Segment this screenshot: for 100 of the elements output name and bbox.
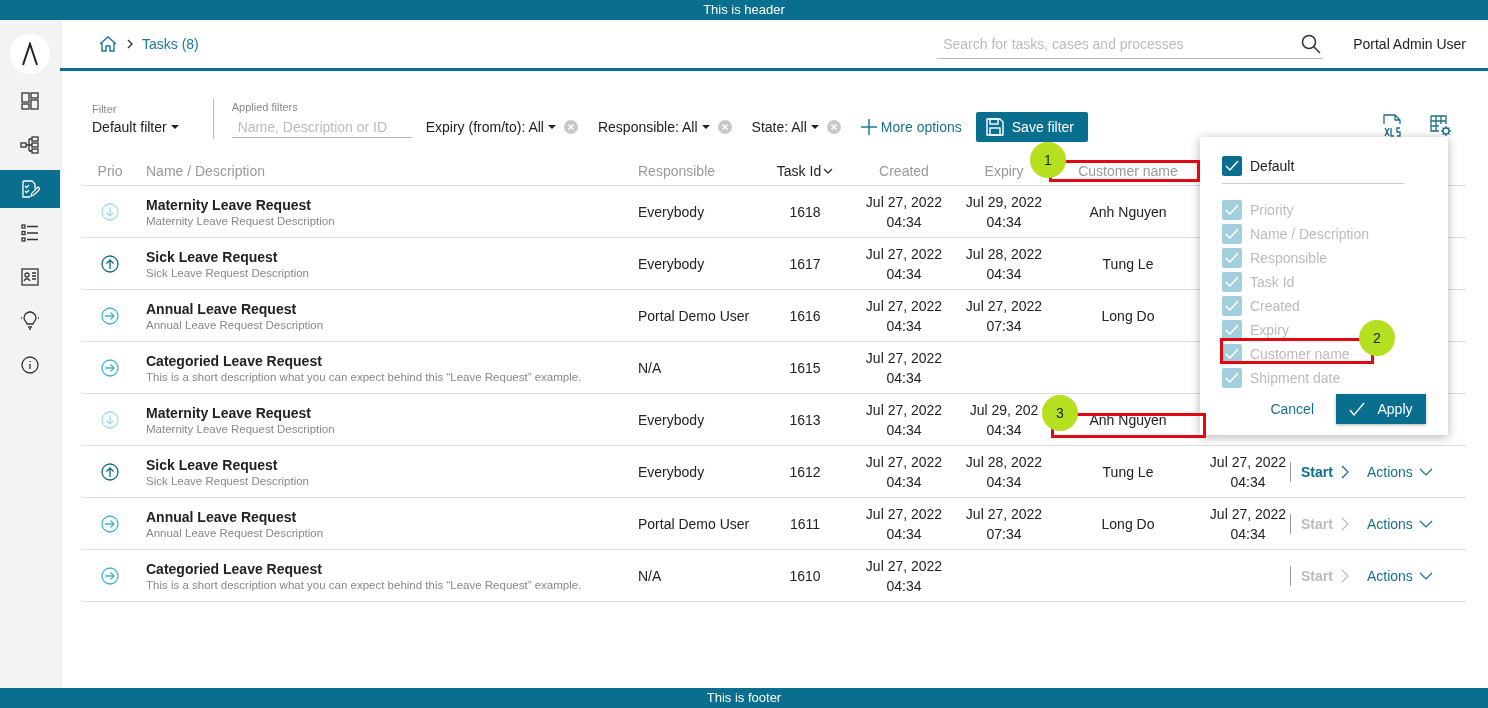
task-description: Sick Leave Request Description bbox=[146, 266, 310, 279]
column-header[interactable]: Task Id bbox=[776, 163, 834, 179]
chevron-right-icon bbox=[1340, 464, 1349, 479]
check-icon bbox=[1225, 348, 1239, 360]
search-icon[interactable] bbox=[1301, 33, 1322, 54]
expiry-cell-text: Jul 29, 2022 04:34 bbox=[964, 192, 1044, 232]
task-name[interactable]: Maternity Leave Request bbox=[146, 404, 638, 421]
apply-button[interactable]: Apply bbox=[1336, 394, 1426, 424]
user-name[interactable]: Portal Admin User bbox=[1353, 36, 1466, 52]
responsible-cell-text: Everybody bbox=[638, 203, 706, 220]
info-icon bbox=[20, 355, 40, 375]
expiry-cell-text: Jul 28, 2022 04:34 bbox=[964, 244, 1044, 284]
task-description: This is a short description what you can expect behind this “Leave Request” example. bbox=[146, 370, 583, 383]
header-bar: This is header bbox=[0, 0, 1488, 20]
chevron-down-icon bbox=[1418, 519, 1433, 528]
created-cell-text: Jul 27, 2022 04:34 bbox=[864, 452, 944, 492]
caret-icon bbox=[547, 125, 556, 129]
filter-dropdown[interactable]: Default filter bbox=[92, 119, 179, 135]
start-button[interactable]: Start bbox=[1301, 463, 1349, 480]
task-name[interactable]: Maternity Leave Request bbox=[146, 196, 638, 213]
created-cell-text: Jul 27, 2022 04:34 bbox=[864, 400, 944, 440]
actions-dropdown[interactable]: Actions bbox=[1366, 567, 1433, 584]
chevron-right-icon bbox=[126, 39, 134, 49]
responsible-cell-text: N/A bbox=[638, 567, 663, 584]
chevron-down-icon bbox=[1418, 571, 1433, 580]
cancel-link[interactable]: Cancel bbox=[1270, 401, 1314, 417]
checkbox-label: Responsible bbox=[1250, 250, 1328, 266]
check-icon bbox=[1225, 160, 1239, 172]
task-name[interactable]: Annual Leave Request bbox=[146, 300, 638, 317]
actions-dropdown[interactable]: Actions bbox=[1366, 515, 1433, 532]
task-id-cell-text: 1615 bbox=[788, 359, 822, 376]
caret-icon bbox=[810, 125, 819, 129]
dashboard-icon bbox=[20, 91, 40, 111]
bulb-icon bbox=[20, 311, 40, 331]
task-description: Annual Leave Request Description bbox=[146, 318, 325, 331]
task-description: Sick Leave Request Description bbox=[146, 474, 310, 487]
checkbox[interactable] bbox=[1222, 156, 1242, 176]
logo-icon[interactable] bbox=[10, 34, 50, 74]
checkbox-label: Default bbox=[1250, 158, 1295, 174]
created-cell-text: Jul 27, 2022 04:34 bbox=[864, 192, 944, 232]
created-cell-text: Jul 27, 2022 04:34 bbox=[864, 504, 944, 544]
task-description: Annual Leave Request Description bbox=[146, 526, 325, 539]
checkbox-label: Expiry bbox=[1250, 322, 1289, 338]
checkbox-label: Task Id bbox=[1250, 274, 1295, 290]
search-field[interactable]: Search for tasks, cases and processes bbox=[941, 34, 1302, 53]
table-settings-icon[interactable] bbox=[1430, 115, 1452, 137]
created-cell-text: Jul 27, 2022 04:34 bbox=[864, 244, 944, 284]
chevron-right-icon bbox=[1340, 568, 1349, 583]
checkbox-label: Shipment date bbox=[1250, 370, 1341, 386]
home-icon[interactable] bbox=[98, 35, 118, 53]
task-name[interactable]: Categoried Leave Request bbox=[146, 560, 638, 577]
check-icon bbox=[1225, 324, 1239, 336]
task-id-cell-text: 1618 bbox=[788, 203, 822, 220]
customer-cell: Tung Le bbox=[1102, 463, 1154, 480]
responsible-cell-text: Everybody bbox=[638, 411, 706, 428]
breadcrumb-link[interactable]: Tasks (8) bbox=[142, 36, 199, 52]
customer-cell: Anh Nguyen bbox=[1089, 203, 1167, 220]
expiry-cell-text: Jul 29, 202 04:34 bbox=[968, 400, 1040, 440]
check-icon bbox=[1225, 300, 1239, 312]
responsible-cell-text: Everybody bbox=[638, 463, 706, 480]
task-name[interactable]: Annual Leave Request bbox=[146, 508, 638, 525]
sort-caret-icon bbox=[823, 167, 834, 175]
chevron-right-icon bbox=[1340, 516, 1349, 531]
check-icon bbox=[1225, 276, 1239, 288]
created-cell-text: Jul 27, 2022 04:34 bbox=[864, 348, 944, 388]
check-icon bbox=[1225, 372, 1239, 384]
filter-chip[interactable]: Expiry (from/to): All bbox=[425, 119, 556, 135]
task-id-cell-text: 1612 bbox=[788, 463, 822, 480]
task-name[interactable]: Sick Leave Request bbox=[146, 456, 638, 473]
chevron-down-icon bbox=[1418, 467, 1433, 476]
task-name[interactable]: Categoried Leave Request bbox=[146, 352, 638, 369]
plus-icon bbox=[860, 119, 877, 135]
caret-icon bbox=[701, 125, 710, 129]
filter-chip[interactable]: Responsible: All bbox=[597, 119, 710, 135]
task-id-cell-text: 1616 bbox=[788, 307, 822, 324]
shipment-cell-text: Jul 27, 2022 04:34 bbox=[1208, 452, 1288, 492]
actions-dropdown[interactable]: Actions bbox=[1366, 463, 1433, 480]
xls-file-icon[interactable] bbox=[1382, 114, 1402, 138]
card-icon bbox=[20, 267, 40, 287]
customer-cell: Long Do bbox=[1101, 307, 1155, 324]
responsible-cell-text: Portal Demo User bbox=[638, 307, 751, 324]
checkbox-label: Created bbox=[1250, 298, 1300, 314]
task-id-cell-text: 1610 bbox=[788, 567, 822, 584]
more-options-link[interactable]: More options bbox=[860, 119, 962, 135]
caret-icon bbox=[170, 125, 179, 129]
expiry-cell-text: Jul 27, 2022 07:34 bbox=[964, 504, 1044, 544]
filter-chip[interactable]: State: All bbox=[751, 119, 819, 135]
sidebar-item[interactable] bbox=[0, 170, 60, 208]
step-marker: 1 bbox=[1030, 142, 1066, 178]
applied-filters-label: Applied filters bbox=[231, 100, 299, 113]
task-description: Maternity Leave Request Description bbox=[146, 422, 336, 435]
list-icon bbox=[20, 223, 40, 243]
footer-bar: This is footer bbox=[0, 688, 1488, 708]
task-id-cell-text: 1611 bbox=[788, 515, 822, 532]
responsible-cell-text: N/A bbox=[638, 359, 663, 376]
save-filter-button[interactable]: Save filter bbox=[975, 112, 1089, 142]
task-name[interactable]: Sick Leave Request bbox=[146, 248, 638, 265]
task-description: Maternity Leave Request Description bbox=[146, 214, 336, 227]
step-marker: 3 bbox=[1042, 395, 1078, 431]
checkbox-label: Name / Description bbox=[1250, 226, 1370, 242]
